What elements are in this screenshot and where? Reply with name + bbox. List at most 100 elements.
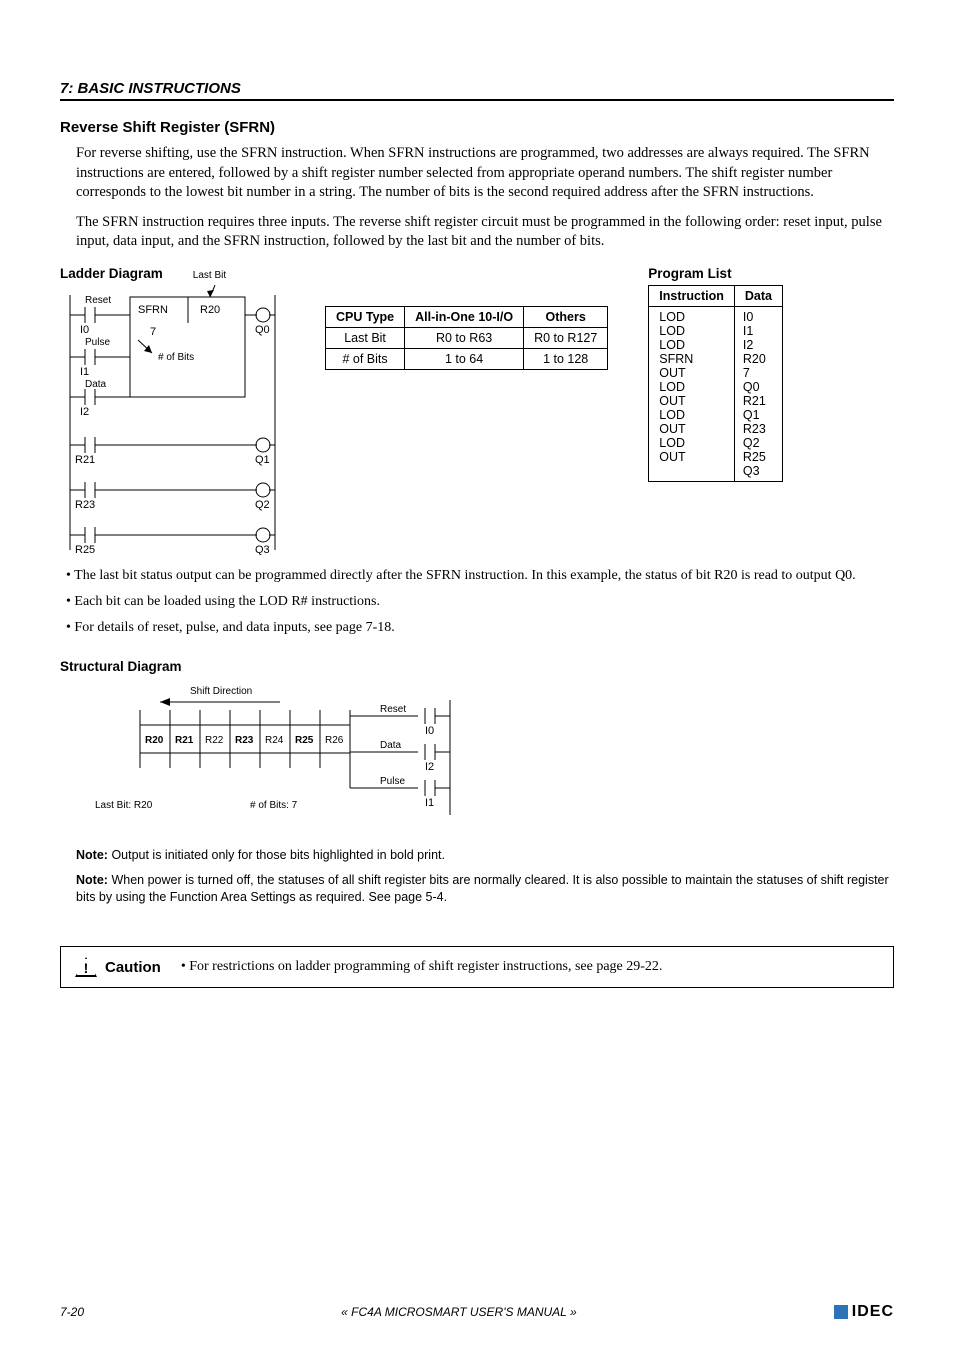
caution-box: ! Caution • For restrictions on ladder p…: [60, 946, 894, 988]
cell: R24: [265, 735, 284, 746]
chapter-header: 7: BASIC INSTRUCTIONS: [60, 80, 894, 101]
structural-diagram: Shift Direction R20 R21 R22 R23 R24 R25 …: [80, 680, 500, 830]
prog-cell: LOD: [659, 338, 724, 352]
ladder-pulse: Pulse: [85, 337, 110, 348]
ladder-seven: 7: [150, 326, 156, 338]
paragraph-1: For reverse shifting, use the SFRN instr…: [76, 144, 894, 203]
program-list-title: Program List: [648, 266, 783, 281]
struct-i0: I0: [425, 725, 434, 737]
ladder-r21: R21: [75, 454, 95, 466]
prog-cell: I0: [743, 310, 768, 324]
struct-i1: I1: [425, 797, 434, 809]
ladder-diagram-block: Ladder Diagram Last Bit SFRN R20 7 # of …: [60, 266, 285, 555]
struct-reset: Reset: [380, 704, 406, 715]
cpu-row: Last Bit R0 to R63 R0 to R127: [326, 327, 608, 348]
warning-icon: !: [75, 957, 97, 977]
cpu-th-aio: All-in-One 10-I/O: [405, 306, 524, 327]
ladder-sfrn: SFRN: [138, 304, 168, 316]
footer-manual: « FC4A MICROSMART USER'S MANUAL »: [341, 1305, 576, 1319]
cell: R20: [145, 735, 164, 746]
prog-cell: LOD: [659, 324, 724, 338]
struct-lastbit: Last Bit: R20: [95, 800, 153, 811]
struct-numbits: # of Bits: 7: [250, 800, 298, 811]
cpu-cell: R0 to R127: [524, 327, 608, 348]
ladder-q3: Q3: [255, 544, 270, 555]
ladder-r20: R20: [200, 304, 220, 316]
prog-cell: LOD: [659, 380, 724, 394]
cpu-row: # of Bits 1 to 64 1 to 128: [326, 348, 608, 369]
prog-cell: Q2: [743, 436, 768, 450]
prog-cell: LOD: [659, 310, 724, 324]
struct-cells: R20 R21 R22 R23 R24 R25 R26: [140, 710, 350, 768]
ladder-svg: SFRN R20 7 # of Bits Reset I0 Pulse: [60, 285, 285, 555]
program-list-block: Program List Instruction Data LOD LOD LO…: [648, 266, 783, 482]
prog-cell: Q3: [743, 464, 768, 478]
prog-cell: R21: [743, 394, 768, 408]
bullet-item: For details of reset, pulse, and data in…: [60, 619, 894, 637]
ladder-r23: R23: [75, 499, 95, 511]
prog-cell: Q0: [743, 380, 768, 394]
program-list-table: Instruction Data LOD LOD LOD SFRN OUT LO…: [648, 285, 783, 482]
cell: R23: [235, 735, 254, 746]
structural-title: Structural Diagram: [60, 659, 894, 674]
cell: R22: [205, 735, 224, 746]
logo-square-icon: [834, 1305, 848, 1319]
prog-cell: SFRN: [659, 352, 724, 366]
struct-shiftdir: Shift Direction: [190, 686, 252, 697]
cpu-table: CPU Type All-in-One 10-I/O Others Last B…: [325, 306, 608, 370]
note-text: Output is initiated only for those bits …: [111, 848, 445, 862]
footer-logo: IDEC: [834, 1303, 894, 1321]
prog-cell: 7: [743, 366, 768, 380]
note-text: When power is turned off, the statuses o…: [76, 873, 889, 904]
cpu-cell: # of Bits: [326, 348, 405, 369]
note-label: Note:: [76, 848, 108, 862]
prog-cell: OUT: [659, 366, 724, 380]
prog-cell: OUT: [659, 450, 724, 464]
prog-cell: Q1: [743, 408, 768, 422]
cpu-cell: 1 to 128: [524, 348, 608, 369]
prog-cell: I2: [743, 338, 768, 352]
ladder-numbits: # of Bits: [158, 352, 194, 363]
cpu-table-block: CPU Type All-in-One 10-I/O Others Last B…: [325, 306, 608, 370]
notes-block: Note: Output is initiated only for those…: [76, 847, 894, 906]
chapter-text: 7: BASIC INSTRUCTIONS: [60, 80, 241, 97]
prog-cell: OUT: [659, 394, 724, 408]
bullet-item: Each bit can be loaded using the LOD R# …: [60, 593, 894, 611]
cpu-cell: R0 to R63: [405, 327, 524, 348]
page-footer: 7-20 « FC4A MICROSMART USER'S MANUAL » I…: [60, 1303, 894, 1321]
ladder-r25: R25: [75, 544, 95, 555]
prog-th-data: Data: [734, 285, 782, 306]
cpu-th-type: CPU Type: [326, 306, 405, 327]
footer-page: 7-20: [60, 1305, 84, 1319]
prog-cell: LOD: [659, 408, 724, 422]
ladder-q2: Q2: [255, 499, 270, 511]
cpu-cell: Last Bit: [326, 327, 405, 348]
ladder-data: Data: [85, 379, 107, 390]
prog-cell: OUT: [659, 422, 724, 436]
note-label: Note:: [76, 873, 108, 887]
struct-data: Data: [380, 740, 402, 751]
caution-label: Caution: [105, 959, 161, 976]
ladder-lastbit-label: Last Bit: [193, 270, 226, 281]
ladder-q1: Q1: [255, 454, 270, 466]
struct-pulse: Pulse: [380, 776, 405, 787]
cell: R26: [325, 735, 344, 746]
struct-i2: I2: [425, 761, 434, 773]
ladder-i2: I2: [80, 406, 89, 418]
ladder-i0: I0: [80, 324, 89, 336]
caution-text: • For restrictions on ladder programming…: [181, 959, 879, 975]
cell: R21: [175, 735, 194, 746]
bullet-item: The last bit status output can be progra…: [60, 567, 894, 585]
paragraph-2: The SFRN instruction requires three inpu…: [76, 213, 894, 252]
ladder-reset: Reset: [85, 295, 111, 306]
prog-th-instr: Instruction: [649, 285, 735, 306]
prog-cell: LOD: [659, 436, 724, 450]
cpu-cell: 1 to 64: [405, 348, 524, 369]
prog-cell: R23: [743, 422, 768, 436]
page-title: Reverse Shift Register (SFRN): [60, 119, 894, 136]
ladder-i1: I1: [80, 366, 89, 378]
prog-cell: R25: [743, 450, 768, 464]
cell: R25: [295, 735, 314, 746]
logo-text: IDEC: [852, 1303, 894, 1321]
prog-cell: R20: [743, 352, 768, 366]
